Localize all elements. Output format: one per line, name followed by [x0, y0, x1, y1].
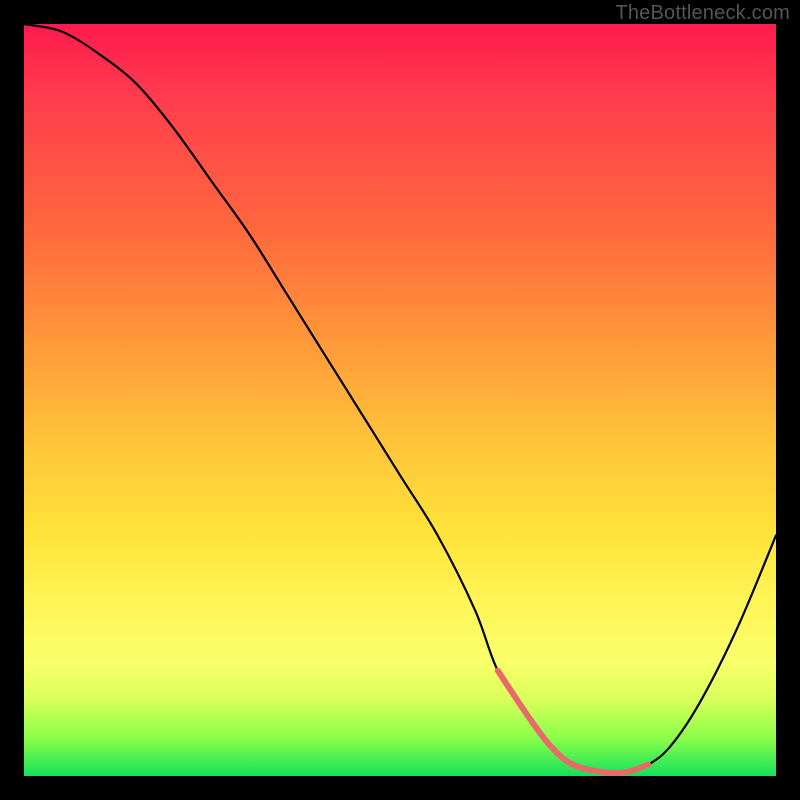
watermark-text: TheBottleneck.com: [615, 2, 790, 25]
plot-area: [24, 24, 776, 776]
curve-svg: [24, 24, 776, 776]
frame: TheBottleneck.com: [0, 0, 800, 800]
bottleneck-curve: [24, 24, 776, 773]
highlight-trough: [498, 671, 648, 773]
